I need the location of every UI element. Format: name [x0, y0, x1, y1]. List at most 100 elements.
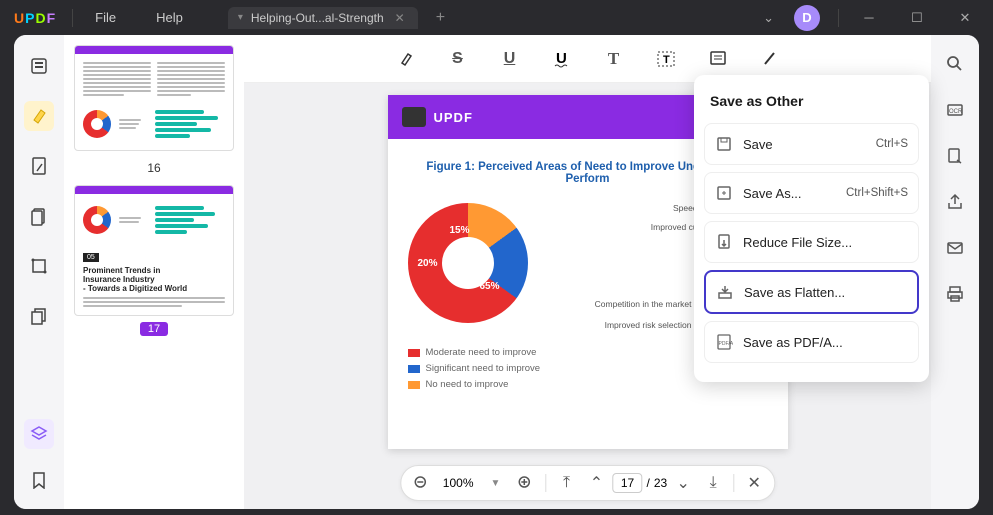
- tool-reader[interactable]: [24, 51, 54, 81]
- chevron-down-icon[interactable]: ⌄: [751, 10, 786, 26]
- section-title-3: - Towards a Digitized World: [83, 284, 225, 293]
- note-icon[interactable]: [706, 47, 730, 71]
- next-page-button[interactable]: ⌄: [669, 469, 697, 497]
- popup-item-save[interactable]: Save Ctrl+S: [704, 123, 919, 165]
- donut-label-65: 65%: [479, 281, 499, 292]
- page-controls: 100% ▼ ⤒ ⌃ / 23 ⌄ ⤓ ✕: [400, 465, 775, 501]
- left-toolbar: [14, 35, 64, 509]
- svg-text:OCR: OCR: [949, 109, 963, 115]
- popup-item-label: Save as Flatten...: [744, 285, 845, 300]
- popup-item-pdfa[interactable]: PDF/A Save as PDF/A...: [704, 321, 919, 363]
- right-toolbar: OCR: [931, 35, 979, 509]
- tool-bookmark[interactable]: [24, 465, 54, 495]
- flatten-icon: [716, 283, 734, 301]
- zoom-in-button[interactable]: [512, 469, 540, 497]
- svg-text:T: T: [663, 54, 670, 66]
- popup-item-label: Save As...: [743, 186, 802, 201]
- donut-chart: 15% 20% 65%: [408, 203, 528, 323]
- close-button[interactable]: ✕: [945, 3, 985, 33]
- first-page-button[interactable]: ⤒: [553, 469, 581, 497]
- tab-indicator-icon: ▾: [238, 12, 243, 23]
- titlebar: UPDF File Help ▾ Helping-Out...al-Streng…: [0, 0, 993, 35]
- page-total: 23: [654, 476, 667, 490]
- donut-label-15: 15%: [450, 225, 470, 236]
- last-page-button[interactable]: ⤓: [699, 469, 727, 497]
- user-avatar[interactable]: D: [794, 5, 820, 31]
- textbox-icon[interactable]: T: [654, 47, 678, 71]
- pen-icon[interactable]: [758, 47, 782, 71]
- save-icon: [715, 135, 733, 153]
- legend-swatch: [408, 349, 420, 357]
- squiggly-icon[interactable]: U: [550, 47, 574, 71]
- bar-label: Competition in the market: [546, 299, 692, 309]
- zoom-dropdown[interactable]: ▼: [482, 469, 510, 497]
- svg-text:PDF/A: PDF/A: [719, 341, 734, 347]
- brand-text: UPDF: [434, 110, 473, 125]
- thumb-label-16: 16: [147, 161, 160, 175]
- convert-icon[interactable]: [944, 145, 966, 167]
- thumbnail-16[interactable]: [74, 45, 234, 151]
- popup-item-shortcut: Ctrl+S: [876, 138, 908, 150]
- popup-item-label: Save: [743, 137, 773, 152]
- ocr-icon[interactable]: OCR: [944, 99, 966, 121]
- reduce-icon: [715, 233, 733, 251]
- tool-pages[interactable]: [24, 301, 54, 331]
- highlighter-icon[interactable]: [394, 47, 418, 71]
- tool-crop[interactable]: [24, 251, 54, 281]
- popup-item-label: Save as PDF/A...: [743, 335, 843, 350]
- email-icon[interactable]: [944, 237, 966, 259]
- tool-organize[interactable]: [24, 201, 54, 231]
- tab-close-icon[interactable]: ✕: [392, 11, 408, 25]
- saveas-icon: [715, 184, 733, 202]
- zoom-value: 100%: [437, 476, 480, 490]
- zoom-out-button[interactable]: [407, 469, 435, 497]
- section-title-2: Insurance Industry: [83, 275, 225, 284]
- donut-label-20: 20%: [418, 258, 438, 269]
- underline-icon[interactable]: U: [498, 47, 522, 71]
- separator: [72, 9, 73, 27]
- strikethrough-icon[interactable]: S: [446, 47, 470, 71]
- popup-item-flatten[interactable]: Save as Flatten...: [704, 270, 919, 314]
- popup-item-reduce[interactable]: Reduce File Size...: [704, 221, 919, 263]
- popup-item-label: Reduce File Size...: [743, 235, 852, 250]
- popup-item-shortcut: Ctrl+Shift+S: [846, 187, 908, 199]
- pdfa-icon: PDF/A: [715, 333, 733, 351]
- search-icon[interactable]: [944, 53, 966, 75]
- maximize-button[interactable]: ☐: [897, 3, 937, 33]
- tool-layers[interactable]: [24, 419, 54, 449]
- tool-highlight[interactable]: [24, 101, 54, 131]
- app-logo: UPDF: [0, 10, 70, 26]
- bar-label: Improved risk selection: [546, 320, 692, 330]
- page-sep: /: [647, 476, 650, 490]
- close-pager-button[interactable]: ✕: [740, 469, 768, 497]
- popup-item-saveas[interactable]: Save As... Ctrl+Shift+S: [704, 172, 919, 214]
- menu-file[interactable]: File: [75, 10, 136, 25]
- share-icon[interactable]: [944, 191, 966, 213]
- section-title-1: Prominent Trends in: [83, 266, 225, 275]
- text-icon[interactable]: T: [602, 47, 626, 71]
- page-number-input: / 23: [613, 473, 668, 493]
- legend-label: Moderate need to improve: [426, 347, 537, 358]
- thumbnail-panel: 16 05 Prominent Trends in Insurance Indu…: [64, 35, 244, 509]
- page-current-input[interactable]: [613, 473, 643, 493]
- legend-label: Significant need to improve: [426, 363, 541, 374]
- minimize-button[interactable]: ─: [849, 3, 889, 33]
- thumb-label-17: 17: [140, 322, 168, 336]
- document-tab[interactable]: ▾ Helping-Out...al-Strength ✕: [228, 7, 418, 29]
- legend-swatch: [408, 381, 420, 389]
- legend-swatch: [408, 365, 420, 373]
- popup-title: Save as Other: [704, 87, 919, 123]
- separator: [838, 9, 839, 27]
- tool-edit[interactable]: [24, 151, 54, 181]
- print-icon[interactable]: [944, 283, 966, 305]
- tab-title: Helping-Out...al-Strength: [251, 11, 384, 25]
- thumbnail-17[interactable]: 05 Prominent Trends in Insurance Industr…: [74, 185, 234, 316]
- legend-label: No need to improve: [426, 379, 509, 390]
- main-workspace: 16 05 Prominent Trends in Insurance Indu…: [14, 35, 979, 509]
- menu-help[interactable]: Help: [136, 10, 203, 25]
- brand-box-icon: [402, 107, 426, 127]
- save-as-other-popup: Save as Other Save Ctrl+S Save As... Ctrl+S…: [694, 75, 929, 382]
- svg-text:U: U: [556, 50, 567, 67]
- prev-page-button[interactable]: ⌃: [583, 469, 611, 497]
- tab-add-button[interactable]: +: [418, 9, 463, 27]
